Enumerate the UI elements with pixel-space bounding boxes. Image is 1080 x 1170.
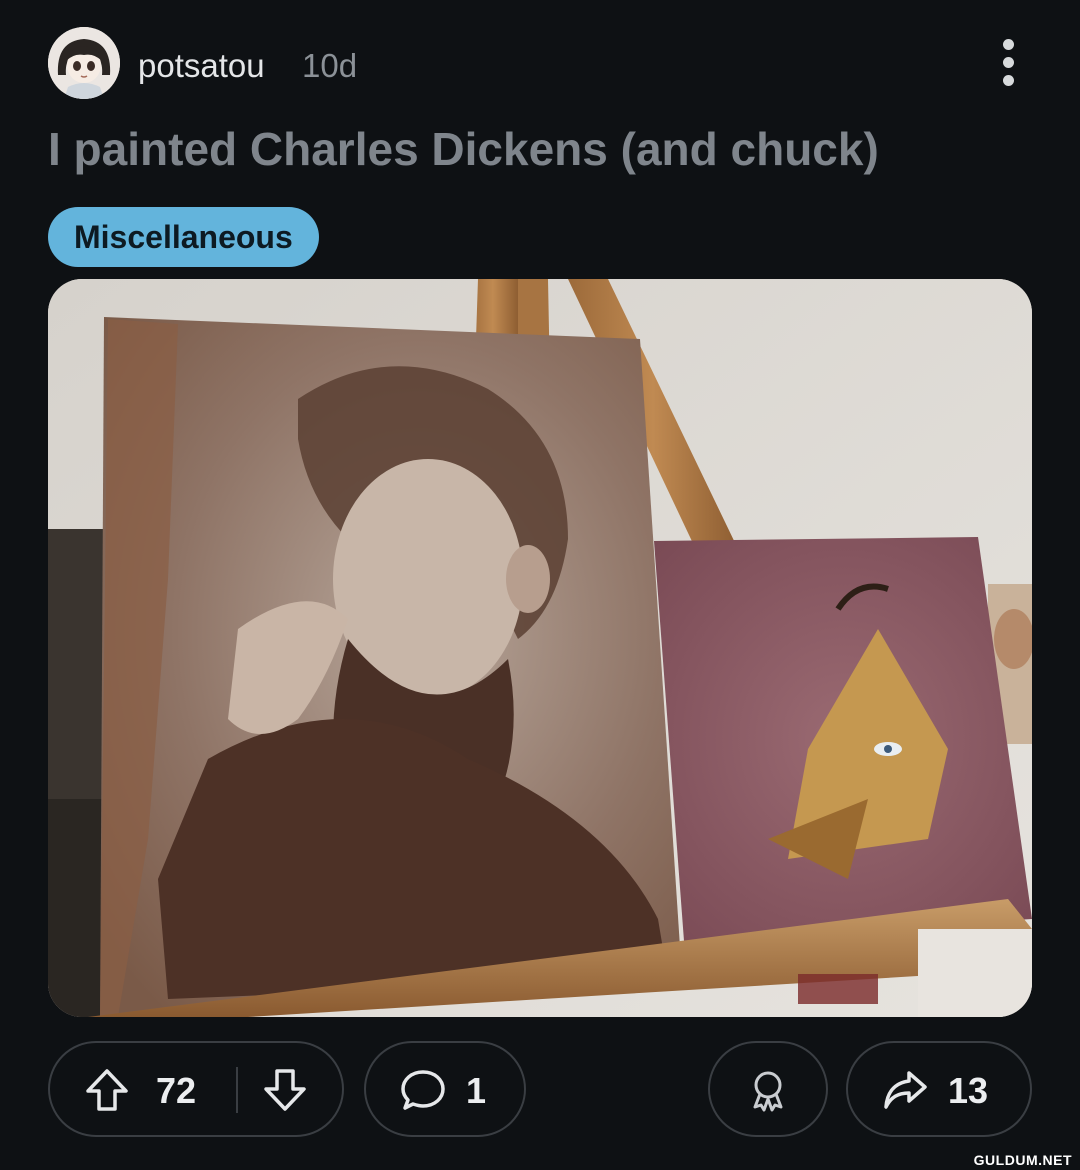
avatar[interactable] (48, 27, 120, 99)
award-button[interactable] (708, 1041, 828, 1137)
share-count: 13 (948, 1070, 989, 1111)
post-header: potsatou 10d (48, 27, 1032, 99)
share-arrow-icon (884, 1071, 927, 1109)
share-button[interactable]: 13 (846, 1041, 1032, 1137)
username[interactable]: potsatou (138, 47, 265, 85)
vote-divider (236, 1067, 238, 1113)
more-options-icon[interactable] (996, 39, 1020, 91)
post-title[interactable]: I painted Charles Dickens (and chuck) (48, 122, 879, 176)
comment-bubble-icon (401, 1070, 445, 1110)
upvote-count: 72 (156, 1070, 197, 1111)
comment-count: 1 (466, 1070, 487, 1111)
post-age: 10d (302, 47, 358, 84)
comments-button[interactable]: 1 (364, 1041, 526, 1137)
flair-badge[interactable]: Miscellaneous (48, 207, 319, 267)
upvote-arrow-icon[interactable] (84, 1067, 130, 1113)
watermark: GULDUM.NET (973, 1152, 1072, 1168)
post-image[interactable] (48, 279, 1032, 1017)
vote-bar: 72 (48, 1041, 344, 1137)
award-ribbon-icon (753, 1071, 783, 1112)
downvote-arrow-icon[interactable] (262, 1067, 308, 1113)
